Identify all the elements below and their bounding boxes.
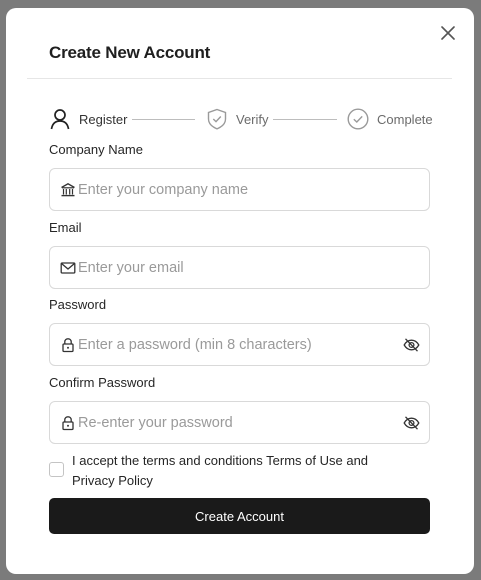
confirm-password-label: Confirm Password [49, 375, 156, 390]
email-label: Email [49, 220, 82, 235]
user-icon [50, 109, 70, 130]
mail-icon [60, 262, 76, 274]
create-account-dialog: Create New Account Register Verify Compl… [6, 8, 474, 574]
eye-off-icon[interactable] [403, 337, 420, 353]
progress-stepper: Register Verify Complete [49, 107, 433, 131]
password-label: Password [49, 297, 107, 312]
step-register: Register [49, 107, 127, 131]
create-account-button[interactable]: Create Account [49, 498, 430, 534]
password-input[interactable] [78, 324, 398, 365]
step-complete: Complete [347, 107, 433, 131]
email-field[interactable] [49, 246, 430, 289]
step-verify-label: Verify [236, 111, 269, 127]
header-divider [27, 78, 452, 79]
password-field[interactable] [49, 323, 430, 366]
terms-checkbox[interactable] [49, 462, 64, 477]
email-input[interactable] [78, 247, 398, 288]
step-complete-label: Complete [377, 111, 433, 127]
shield-check-icon [207, 108, 227, 130]
check-circle-icon [347, 108, 369, 130]
terms-text: I accept the terms and conditions Terms … [72, 453, 369, 488]
step-connector [273, 119, 337, 120]
close-button[interactable] [439, 24, 457, 42]
eye-off-icon[interactable] [403, 415, 420, 431]
close-icon [441, 26, 455, 40]
company-name-field[interactable] [49, 168, 430, 211]
lock-icon [62, 416, 74, 431]
lock-icon [62, 338, 74, 353]
dialog-title: Create New Account [49, 43, 211, 62]
confirm-password-input[interactable] [78, 402, 398, 443]
step-connector [132, 119, 195, 120]
step-register-label: Register [79, 111, 128, 127]
step-verify: Verify [206, 107, 269, 131]
building-icon [61, 183, 75, 197]
company-name-input[interactable] [78, 169, 398, 210]
confirm-password-field[interactable] [49, 401, 430, 444]
company-name-label: Company Name [49, 142, 143, 157]
